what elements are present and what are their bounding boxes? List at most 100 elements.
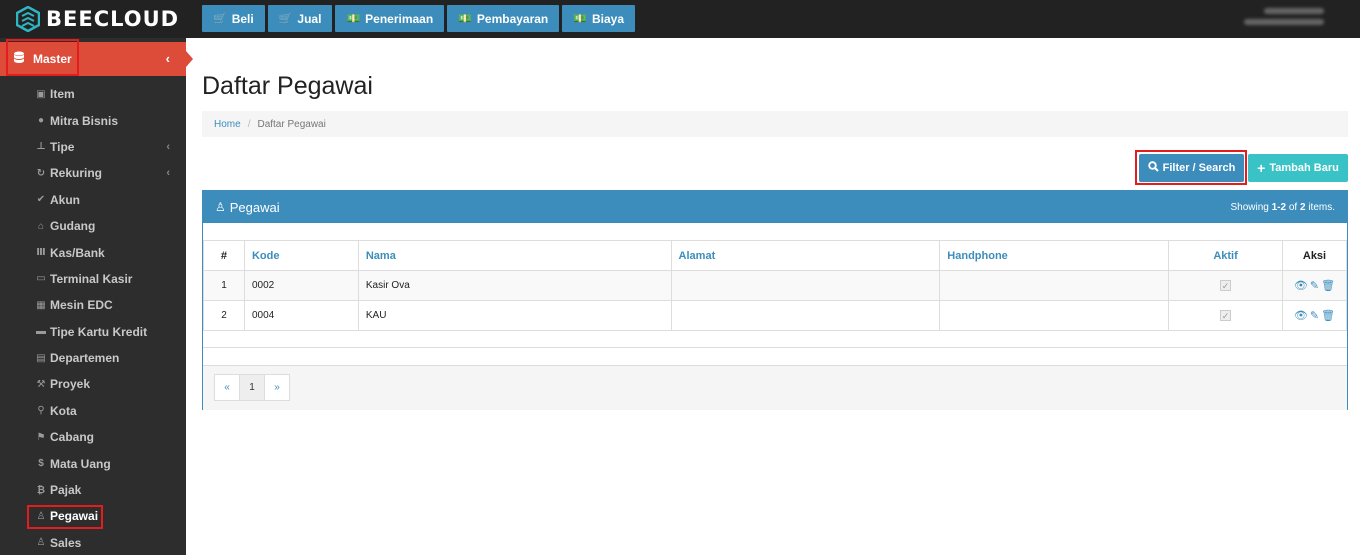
cell-number: 2 [203, 300, 245, 331]
col-aksi: Aksi [1282, 240, 1347, 271]
aktif-checkbox: ✓ [1220, 279, 1232, 291]
table-bottom-divider [203, 347, 1347, 348]
col-kode[interactable]: Kode [243, 240, 359, 271]
aktif-checkbox: ✓ [1220, 309, 1232, 321]
panel-footer: « 1 » [203, 365, 1347, 410]
penerimaan-button[interactable]: 💵 Penerimaan [335, 5, 445, 32]
sidebar-item-tipe[interactable]: ⊥ Tipe ‹ [0, 134, 186, 160]
bank-icon: Ⅲ [36, 247, 46, 259]
cart-icon: 🛒 [278, 13, 293, 25]
biaya-label: Biaya [591, 11, 624, 26]
sidebar-item-label: Mesin EDC [50, 298, 113, 313]
sidebar-item-pajak[interactable]: ₿ Pajak [0, 477, 186, 503]
sidebar-item-gudang[interactable]: ⌂ Gudang [0, 213, 186, 239]
col-number: # [203, 240, 245, 271]
sidebar-item-label: Rekuring [50, 166, 103, 181]
users-icon: ● [37, 115, 45, 127]
cell-aksi: 👁 ✎ 🗑 [1282, 270, 1347, 301]
summary-suffix: items. [1305, 201, 1335, 213]
biaya-button[interactable]: 💵 Biaya [562, 5, 635, 32]
cell-kode: 0002 [243, 270, 359, 301]
blurred-username [1264, 8, 1324, 14]
pagination-next[interactable]: » [264, 374, 290, 401]
cell-aktif: ✓ [1168, 300, 1283, 331]
sidebar-submenu: ▣ Item ● Mitra Bisnis ⊥ Tipe ‹ ↻ Rekuring ‹ ✔ A… [0, 81, 186, 556]
chevron-left-icon: ‹ [165, 51, 170, 66]
highlight-box-master [6, 39, 79, 76]
chevron-left-icon: ‹ [166, 140, 170, 153]
results-summary: Showing 1-2 of 2 items. [1230, 202, 1335, 213]
breadcrumb-separator: / [247, 118, 251, 130]
view-icon[interactable]: 👁 [1294, 310, 1308, 322]
brand-logo[interactable]: BEECLOUD [0, 0, 186, 38]
breadcrumb-home-link[interactable]: Home [214, 119, 241, 130]
breadcrumb: Home / Daftar Pegawai [202, 111, 1348, 137]
beli-button[interactable]: 🛒 Beli [202, 5, 265, 32]
panel-header: ♙ Pegawai Showing 1-2 of 2 items. [203, 191, 1347, 223]
sidebar-item-terminal-kasir[interactable]: ▭ Terminal Kasir [0, 266, 186, 292]
col-handphone[interactable]: Handphone [939, 240, 1170, 271]
flag-icon: ⚑ [36, 431, 46, 443]
plus-icon: + [1257, 160, 1266, 176]
active-pointer [186, 51, 193, 67]
trash-icon[interactable]: 🗑 [1321, 310, 1335, 322]
sidebar-item-akun[interactable]: ✔ Akun [0, 187, 186, 213]
sidebar-item-label: Mata Uang [50, 456, 111, 471]
col-aktif[interactable]: Aktif [1168, 240, 1283, 271]
pagination: « 1 » [214, 374, 290, 401]
sidebar-item-kas-bank[interactable]: Ⅲ Kas/Bank [0, 239, 186, 265]
cell-kode: 0004 [243, 300, 359, 331]
building-icon: ▤ [36, 352, 46, 364]
sidebar-item-proyek[interactable]: ⚒ Proyek [0, 371, 186, 397]
sidebar-item-mata-uang[interactable]: $ Mata Uang [0, 450, 186, 476]
sidebar-item-label: Pajak [50, 483, 82, 498]
pembayaran-button[interactable]: 💵 Pembayaran [447, 5, 560, 32]
sidebar-item-mesin-edc[interactable]: ▦ Mesin EDC [0, 292, 186, 318]
sidebar-item-sales[interactable]: ♙ Sales [0, 530, 186, 556]
tambah-baru-button[interactable]: + Tambah Baru [1248, 154, 1348, 182]
top-navbar: BEECLOUD 🛒 Beli 🛒 Jual 💵 Penerimaan 💵 Pembay… [0, 0, 1360, 38]
top-shortcut-bar: 🛒 Beli 🛒 Jual 💵 Penerimaan 💵 Pembayaran 💵 Bia… [202, 5, 635, 32]
sidebar-item-tipe-kartu-kredit[interactable]: ▬ Tipe Kartu Kredit [0, 319, 186, 345]
edit-icon[interactable]: ✎ [1310, 280, 1319, 292]
sidebar-item-mitra-bisnis[interactable]: ● Mitra Bisnis [0, 107, 186, 133]
calculator-icon: ▦ [36, 299, 46, 311]
sidebar-item-departemen[interactable]: ▤ Departemen [0, 345, 186, 371]
jual-label: Jual [297, 11, 322, 26]
sidebar-item-kota[interactable]: ⚲ Kota [0, 398, 186, 424]
view-icon[interactable]: 👁 [1294, 280, 1308, 292]
edit-icon[interactable]: ✎ [1310, 310, 1319, 322]
blurred-email [1244, 19, 1324, 25]
check-icon: ✔ [36, 194, 46, 206]
sidebar-item-label: Departemen [50, 351, 120, 366]
beli-label: Beli [231, 11, 254, 26]
brand-name: BEECLOUD [46, 7, 180, 31]
sidebar-item-label: Terminal Kasir [50, 271, 133, 286]
cell-nama: Kasir Ova [357, 270, 672, 301]
sidebar-item-cabang[interactable]: ⚑ Cabang [0, 424, 186, 450]
highlight-box-pegawai [27, 505, 103, 529]
jual-button[interactable]: 🛒 Jual [267, 5, 333, 32]
col-nama[interactable]: Nama [357, 240, 672, 271]
money-icon: 💵 [346, 13, 361, 25]
col-alamat[interactable]: Alamat [670, 240, 941, 271]
breadcrumb-current: Daftar Pegawai [257, 118, 326, 130]
sidebar-item-label: Sales [50, 535, 82, 550]
map-marker-icon: ⚲ [37, 405, 45, 417]
sidebar-item-label: Kas/Bank [50, 245, 105, 260]
sidebar-item-label: Cabang [50, 430, 95, 445]
table-row: 2 0004 KAU ✓ 👁 ✎ 🗑 [203, 300, 1347, 331]
summary-mid: of [1286, 201, 1300, 213]
sidebar-item-rekuring[interactable]: ↻ Rekuring ‹ [0, 160, 186, 186]
person-icon: ♙ [215, 200, 226, 214]
penerimaan-label: Penerimaan [365, 11, 434, 26]
sidebar-item-label: Kota [50, 403, 77, 418]
user-menu[interactable] [1234, 5, 1324, 30]
sidebar-item-item[interactable]: ▣ Item [0, 81, 186, 107]
cell-aktif: ✓ [1168, 270, 1283, 301]
pagination-prev[interactable]: « [214, 374, 240, 401]
tambah-baru-label: Tambah Baru [1269, 162, 1339, 174]
trash-icon[interactable]: 🗑 [1321, 280, 1335, 292]
chevron-left-icon: ‹ [166, 167, 170, 180]
pagination-page[interactable]: 1 [239, 374, 265, 401]
